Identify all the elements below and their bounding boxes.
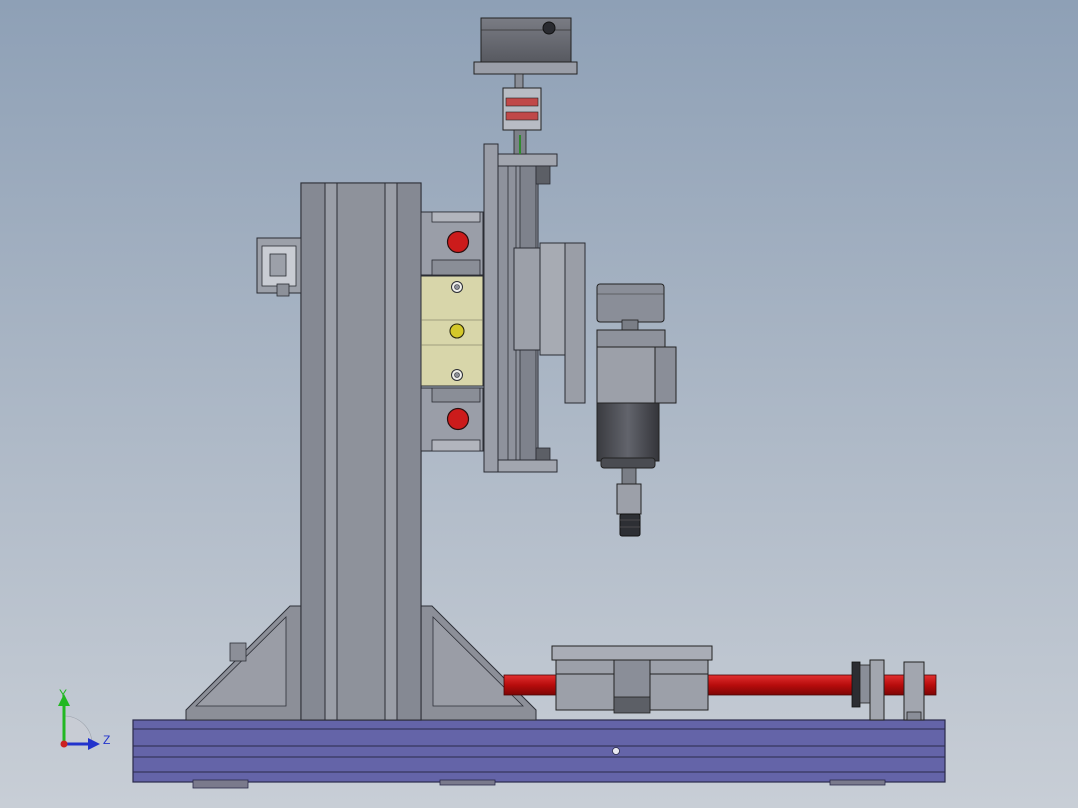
stepper-motor[interactable] [473,17,578,91]
triad-plane-icon [63,715,93,745]
coordinate-triad: Y Z [58,687,110,750]
origin-dot-icon [60,740,68,748]
x-slider-table[interactable] [551,645,713,714]
clamp-screw-top[interactable] [451,281,463,293]
z-axis-label: Z [103,733,110,747]
bottom-knob[interactable] [446,407,470,431]
base-plate[interactable] [132,719,946,789]
clamp-bolt[interactable] [449,323,465,339]
top-knob[interactable] [446,230,470,254]
z-arrowhead-icon [88,738,100,750]
shaft-coupling[interactable] [502,87,542,155]
clamp-screw-bottom[interactable] [451,369,463,381]
side-bracket[interactable] [256,237,302,297]
left-gusset[interactable] [185,605,302,721]
cad-viewport[interactable]: Y Z [0,0,1078,808]
spindle-motor[interactable] [596,283,677,537]
cnc-machine-model[interactable]: Y Z [0,0,1078,808]
vertical-column[interactable] [300,182,422,721]
right-gusset[interactable] [420,605,537,721]
y-axis-label: Y [59,687,67,701]
